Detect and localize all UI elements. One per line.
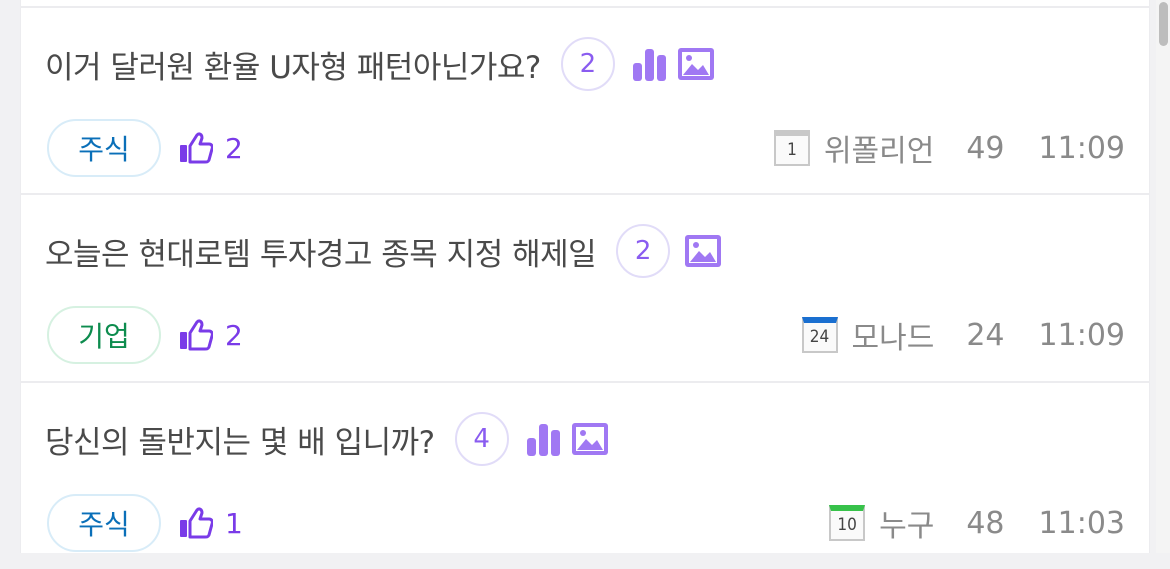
post-title-row[interactable]: 이거 달러원 환율 U자형 패턴아닌가요? 2 [45,34,715,94]
image-icon [677,48,714,80]
like-count[interactable]: 1 [179,503,243,543]
like-count-value: 2 [225,131,243,165]
like-count-value: 2 [225,318,243,352]
comment-count-badge: 2 [560,37,615,91]
level-calendar-icon: 10 [829,505,866,541]
post-info: 10 누구 48 11:03 [829,501,1125,545]
post-meta-row: 주식 1 10 누구 48 11:03 [45,493,1125,553]
post-item[interactable]: 오늘은 현대로템 투자경고 종목 지정 해제일 2 기업 2 24 모나드 24… [21,193,1149,381]
post-info: 24 모나드 24 11:09 [801,313,1125,357]
author-name[interactable]: 누구 [879,501,934,545]
thumbs-up-icon [180,319,213,351]
post-info: 1 위폴리언 49 11:09 [773,126,1125,170]
thumbs-up-icon [180,132,213,164]
comment-count-badge: 4 [454,412,509,466]
bar-chart-icon [526,422,561,456]
level-calendar-icon: 24 [801,317,838,353]
like-count[interactable]: 2 [179,315,243,355]
post-item[interactable]: 당신의 돌반지는 몇 배 입니까? 4 주식 1 10 누구 48 11:03 [21,381,1149,569]
post-time: 11:03 [1038,505,1125,541]
category-tag[interactable]: 주식 [47,494,161,552]
post-title[interactable]: 이거 달러원 환율 U자형 패턴아닌가요? [45,42,541,87]
post-time: 11:09 [1038,317,1125,353]
category-tag[interactable]: 기업 [47,306,161,364]
like-count-value: 1 [225,506,243,540]
post-time: 11:09 [1038,130,1125,166]
post-title-row[interactable]: 당신의 돌반지는 몇 배 입니까? 4 [45,409,609,469]
thumbs-up-icon [180,507,213,539]
image-icon [571,423,608,455]
post-item[interactable]: 이거 달러원 환율 U자형 패턴아닌가요? 2 주식 2 1 위폴리언 49 1… [21,6,1149,194]
post-meta-row: 기업 2 24 모나드 24 11:09 [45,305,1125,365]
post-title-row[interactable]: 오늘은 현대로템 투자경고 종목 지정 해제일 2 [45,221,722,281]
view-count: 48 [966,505,1005,541]
level-calendar-icon: 1 [773,130,810,166]
post-meta-row: 주식 2 1 위폴리언 49 11:09 [45,118,1125,178]
author-name[interactable]: 모나드 [852,313,935,357]
post-list: 이거 달러원 환율 U자형 패턴아닌가요? 2 주식 2 1 위폴리언 49 1… [20,0,1150,553]
comment-count-badge: 2 [616,224,671,278]
scrollbar-thumb[interactable] [1159,2,1168,46]
category-tag[interactable]: 주식 [47,119,161,177]
bar-chart-icon [632,47,667,81]
post-title[interactable]: 오늘은 현대로템 투자경고 종목 지정 해제일 [45,229,597,274]
author-name[interactable]: 위폴리언 [824,126,934,170]
image-icon [685,235,722,267]
scrollbar[interactable] [1156,0,1170,553]
post-title[interactable]: 당신의 돌반지는 몇 배 입니까? [45,417,435,462]
like-count[interactable]: 2 [179,128,243,168]
view-count: 49 [966,130,1005,166]
view-count: 24 [966,317,1005,353]
